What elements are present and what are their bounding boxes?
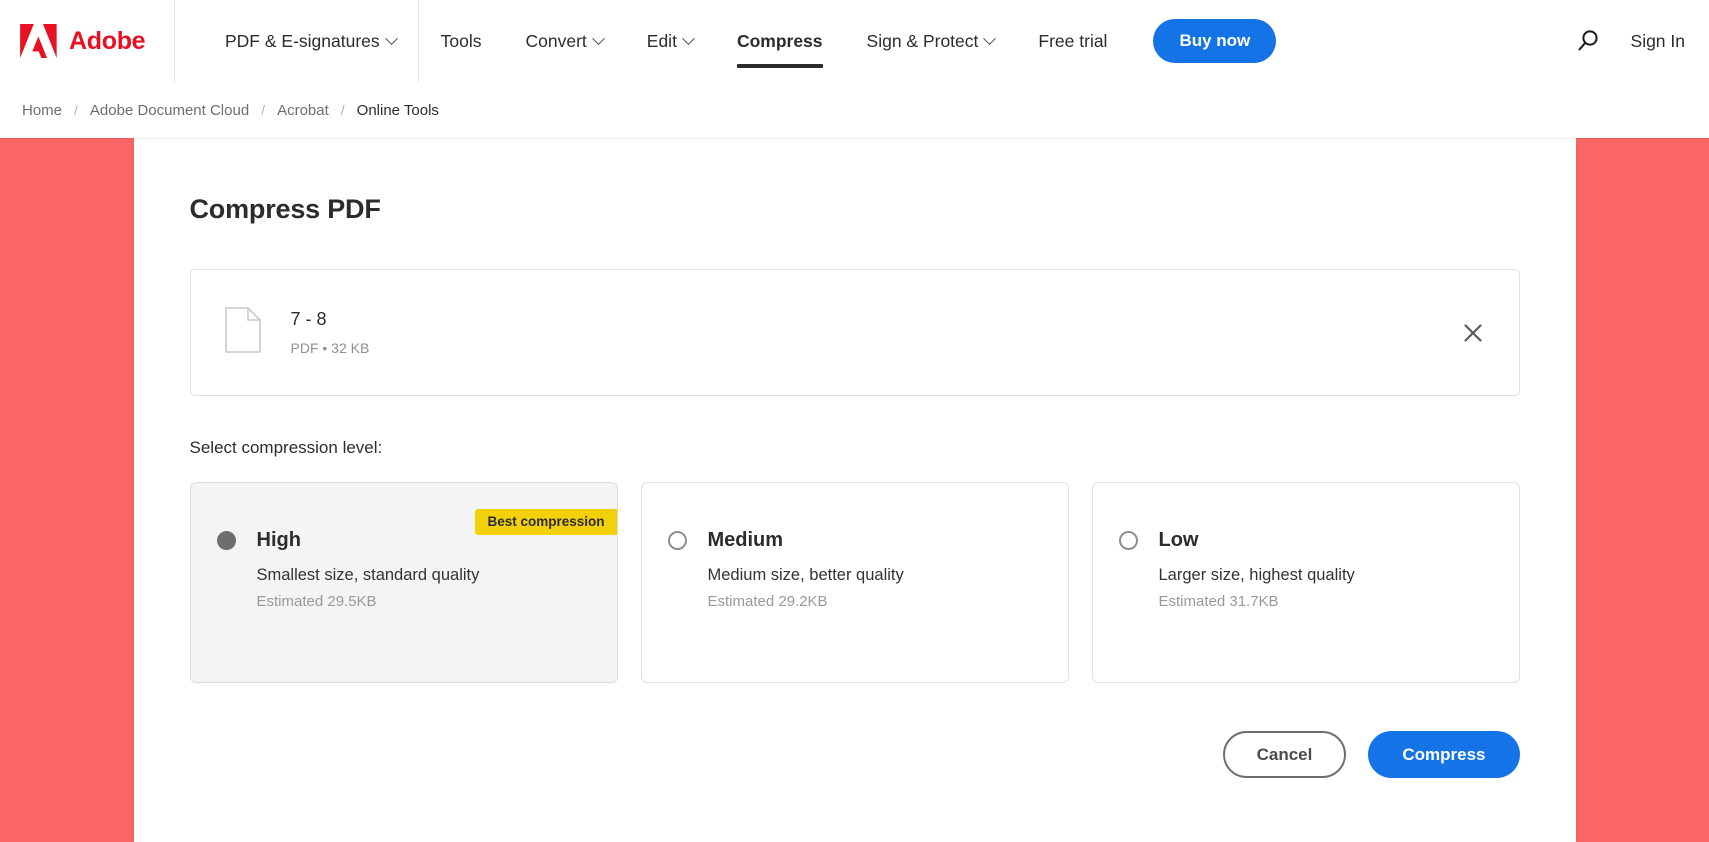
nav-item-sign-protect[interactable]: Sign & Protect <box>845 0 1017 82</box>
nav-right-group: Sign In <box>1571 0 1709 82</box>
nav-item-compress[interactable]: Compress <box>715 0 845 82</box>
remove-file-button[interactable] <box>1455 315 1491 351</box>
option-estimate: Estimated 31.7KB <box>1158 593 1279 610</box>
radio-low[interactable] <box>1118 531 1138 550</box>
nav-item-label: Tools <box>440 30 482 51</box>
best-compression-badge: Best compression <box>475 509 617 535</box>
top-navigation-bar: Adobe PDF & E-signatures Tools Convert E… <box>0 0 1709 82</box>
radio-high[interactable] <box>216 531 236 550</box>
breadcrumb-item-home[interactable]: Home <box>14 102 70 119</box>
compress-button[interactable]: Compress <box>1368 731 1520 778</box>
breadcrumb-item-acrobat[interactable]: Acrobat <box>269 102 337 119</box>
file-meta: 7 - 8 PDF • 32 KB <box>291 309 1455 356</box>
nav-item-label: Convert <box>525 30 587 51</box>
file-type-size-label: PDF • 32 KB <box>290 340 370 356</box>
cancel-button[interactable]: Cancel <box>1222 731 1347 778</box>
breadcrumb-item-adobe-document-cloud[interactable]: Adobe Document Cloud <box>82 102 257 119</box>
breadcrumb-separator: / <box>74 102 78 118</box>
nav-item-tools[interactable]: Tools <box>419 0 504 82</box>
nav-item-label: Compress <box>736 30 823 51</box>
breadcrumb-item-online-tools: Online Tools <box>356 101 439 119</box>
nav-item-free-trial[interactable]: Free trial <box>1016 0 1129 82</box>
chevron-down-icon <box>591 31 605 45</box>
document-file-icon <box>224 307 261 358</box>
search-icon <box>1578 30 1598 51</box>
compression-option-high[interactable]: Best compression High Smallest size, sta… <box>189 482 618 683</box>
option-title: Low <box>1158 529 1199 551</box>
chevron-down-icon <box>983 31 997 45</box>
breadcrumb-separator: / <box>340 102 345 118</box>
brand-name-label: Adobe <box>69 26 146 55</box>
option-title: Medium <box>707 529 784 551</box>
primary-nav-items: PDF & E-signatures Tools Convert Edit Co… <box>175 0 1571 82</box>
close-icon <box>1463 323 1482 342</box>
compression-option-low[interactable]: Low Larger size, highest quality Estimat… <box>1091 482 1520 683</box>
chevron-down-icon <box>384 31 398 45</box>
page-background: Compress PDF 7 - 8 PDF • 32 KB Select co… <box>0 138 1709 842</box>
option-header: Low <box>1118 529 1493 552</box>
radio-medium[interactable] <box>667 531 687 550</box>
search-button[interactable] <box>1571 24 1605 58</box>
breadcrumb: Home / Adobe Document Cloud / Acrobat / … <box>0 82 1709 138</box>
uploaded-file-card: 7 - 8 PDF • 32 KB <box>189 269 1520 396</box>
nav-item-label: Edit <box>646 30 677 51</box>
option-description: Larger size, highest quality <box>1158 566 1355 584</box>
nav-item-convert[interactable]: Convert <box>504 0 625 82</box>
nav-item-edit[interactable]: Edit <box>625 0 715 82</box>
option-estimate: Estimated 29.2KB <box>707 593 828 610</box>
sign-in-link[interactable]: Sign In <box>1631 31 1685 52</box>
compression-level-label: Select compression level: <box>189 438 383 457</box>
adobe-logo-icon <box>20 24 57 58</box>
option-header: Medium <box>667 529 1042 552</box>
file-name-label: 7 - 8 <box>290 309 327 329</box>
adobe-brand-home-link[interactable]: Adobe <box>0 0 175 82</box>
compress-pdf-panel: Compress PDF 7 - 8 PDF • 32 KB Select co… <box>133 138 1576 842</box>
compression-option-medium[interactable]: Medium Medium size, better quality Estim… <box>640 482 1069 683</box>
nav-item-label: Sign & Protect <box>866 30 979 51</box>
option-title: High <box>256 529 301 551</box>
nav-item-label: Free trial <box>1038 30 1108 51</box>
compression-level-options: Best compression High Smallest size, sta… <box>189 482 1520 683</box>
option-description: Medium size, better quality <box>707 566 904 584</box>
nav-item-label: PDF & E-signatures <box>225 30 380 51</box>
option-description: Smallest size, standard quality <box>256 566 480 584</box>
page-title: Compress PDF <box>189 194 381 224</box>
option-estimate: Estimated 29.5KB <box>256 593 377 610</box>
nav-item-pdf-esignatures[interactable]: PDF & E-signatures <box>203 0 418 82</box>
buy-now-button[interactable]: Buy now <box>1153 19 1277 63</box>
breadcrumb-separator: / <box>261 102 266 118</box>
chevron-down-icon <box>682 31 695 45</box>
action-buttons: Cancel Compress <box>190 731 1520 778</box>
